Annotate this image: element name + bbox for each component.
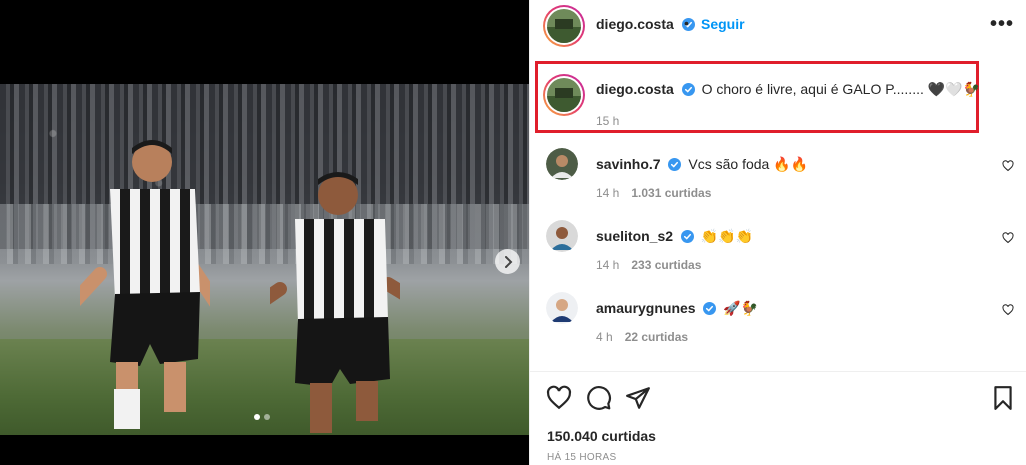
comment-timestamp[interactable]: 14 h	[596, 258, 619, 272]
post-action-bar	[530, 382, 1026, 416]
comment-timestamp[interactable]: 4 h	[596, 330, 613, 344]
comment-item: sueliton_s2 👏👏👏 14 h 233 curtidas	[530, 220, 1026, 280]
comment-likes[interactable]: 1.031 curtidas	[631, 186, 711, 200]
comment-item: amaurygnunes 🚀🐓 4 h 22 curtidas	[530, 292, 1026, 352]
verified-badge-icon	[681, 83, 695, 96]
comment-text: Vcs são foda 🔥🔥	[688, 156, 809, 172]
comment-like-heart-icon[interactable]	[1002, 304, 1014, 316]
comment-avatar[interactable]	[546, 292, 578, 324]
comment-bubble-icon[interactable]	[586, 385, 612, 411]
post-photo[interactable]	[0, 84, 529, 435]
photo-player-2	[270, 172, 400, 433]
follow-button[interactable]: Seguir	[701, 16, 745, 32]
comment-avatar[interactable]	[546, 220, 578, 252]
carousel-dot-2	[264, 414, 270, 420]
post-media	[0, 0, 529, 465]
verified-badge-icon	[668, 158, 682, 171]
carousel-dot-1	[254, 414, 260, 420]
carousel-next-button[interactable]	[495, 249, 520, 274]
actions-divider	[530, 371, 1026, 372]
chevron-right-icon	[504, 255, 512, 268]
comment-username[interactable]: amaurygnunes	[596, 300, 696, 316]
caption-avatar	[547, 78, 581, 112]
comment-text: 🚀🐓	[723, 300, 759, 316]
paper-plane-icon[interactable]	[625, 385, 651, 411]
post-timestamp[interactable]: HÁ 15 HORAS	[547, 452, 616, 463]
post-header: diego.costa • Seguir •••	[530, 0, 1026, 52]
caption-username[interactable]: diego.costa	[596, 81, 674, 97]
verified-badge-icon	[703, 302, 717, 315]
caption-text: O choro é livre, aqui é GALO P........ 🖤…	[701, 81, 981, 97]
comment-likes[interactable]: 22 curtidas	[625, 330, 688, 344]
photo-player-1	[80, 140, 210, 429]
comment-avatar[interactable]	[546, 148, 578, 180]
carousel-indicator	[254, 414, 270, 420]
post-likes-count[interactable]: 150.040 curtidas	[547, 428, 656, 444]
comment-text: 👏👏👏	[700, 228, 754, 244]
author-avatar-ring[interactable]	[543, 5, 585, 47]
comment-timestamp[interactable]: 14 h	[596, 186, 619, 200]
verified-badge-icon	[680, 230, 694, 243]
bookmark-icon[interactable]	[990, 385, 1016, 411]
comment-like-heart-icon[interactable]	[1002, 232, 1014, 244]
comment-username[interactable]: savinho.7	[596, 156, 661, 172]
header-separator: •	[684, 15, 689, 31]
heart-icon[interactable]	[546, 385, 572, 411]
comment-likes[interactable]: 233 curtidas	[631, 258, 701, 272]
author-avatar	[547, 9, 581, 43]
caption-avatar-ring[interactable]	[543, 74, 585, 116]
comment-like-heart-icon[interactable]	[1002, 160, 1014, 172]
more-options-icon[interactable]: •••	[990, 13, 1014, 36]
comment-item: savinho.7 Vcs são foda 🔥🔥 14 h 1.031 curt…	[530, 148, 1026, 208]
caption-timestamp[interactable]: 15 h	[596, 114, 619, 128]
author-username[interactable]: diego.costa	[596, 16, 674, 32]
post-panel: diego.costa • Seguir ••• diego.costa O c…	[529, 0, 1026, 465]
comment-username[interactable]: sueliton_s2	[596, 228, 673, 244]
